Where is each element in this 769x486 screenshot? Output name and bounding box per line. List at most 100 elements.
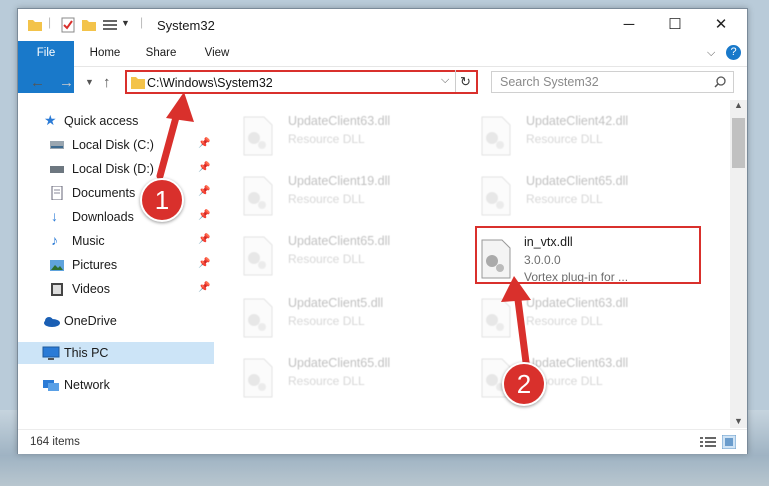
- drive-icon: [50, 166, 64, 173]
- recent-locations-icon[interactable]: ▼: [85, 77, 94, 87]
- step-badge-2: 2: [502, 362, 546, 406]
- file-description: Resource DLL: [288, 132, 365, 146]
- file-name: UpdateClient63.dll: [526, 356, 629, 370]
- network-icon: [43, 380, 59, 391]
- tab-view[interactable]: View: [194, 41, 240, 66]
- pin-icon[interactable]: 📌: [198, 138, 210, 149]
- file-description: Resource DLL: [288, 314, 365, 328]
- download-icon: ↓: [51, 208, 58, 224]
- file-description: Resource DLL: [526, 132, 603, 146]
- file-name: UpdateClient65.dll: [288, 356, 391, 370]
- pin-icon[interactable]: 📌: [198, 162, 210, 173]
- large-icons-view-icon[interactable]: [722, 435, 736, 449]
- minimize-button[interactable]: ─: [606, 9, 652, 41]
- file-description: Resource DLL: [288, 374, 365, 388]
- nav-item-pictures[interactable]: Pictures 📌: [18, 254, 214, 276]
- nav-item-downloads[interactable]: ↓ Downloads 📌: [18, 206, 214, 228]
- details-view-icon[interactable]: [700, 436, 716, 448]
- dll-file-icon: [243, 176, 273, 216]
- pin-icon[interactable]: 📌: [198, 282, 210, 293]
- file-item[interactable]: UpdateClient5.dll Resource DLL: [242, 292, 452, 344]
- nav-item-network[interactable]: Network: [18, 374, 214, 396]
- nav-item-onedrive[interactable]: OneDrive: [18, 310, 214, 332]
- nav-item-documents[interactable]: Documents 📌: [18, 182, 214, 204]
- dll-file-icon: [243, 116, 273, 156]
- file-item[interactable]: UpdateClient42.dll Resource DLL: [480, 110, 690, 162]
- file-item[interactable]: UpdateClient65.dll Resource DLL: [480, 170, 690, 222]
- nav-label: Music: [72, 234, 105, 248]
- close-button[interactable]: ✕: [698, 9, 744, 41]
- maximize-button[interactable]: ☐: [652, 9, 698, 41]
- back-arrow-icon[interactable]: ←: [30, 74, 45, 91]
- nav-label: Videos: [72, 282, 110, 296]
- file-name: UpdateClient5.dll: [288, 296, 384, 310]
- tab-home[interactable]: Home: [80, 41, 130, 66]
- file-name: UpdateClient65.dll: [288, 234, 391, 248]
- window-title: System32: [157, 18, 215, 33]
- step-badge-1: 1: [140, 178, 184, 222]
- nav-label: Downloads: [72, 210, 134, 224]
- file-description: Resource DLL: [526, 314, 603, 328]
- file-description: Resource DLL: [288, 252, 365, 266]
- nav-label: Documents: [72, 186, 136, 200]
- separator: |: [140, 15, 144, 29]
- nav-item-music[interactable]: ♪ Music 📌: [18, 230, 214, 252]
- ribbon-tabs: File Home Share View ⌵ ?: [18, 41, 747, 93]
- vertical-scrollbar[interactable]: ▲ ▼: [730, 100, 747, 428]
- drive-icon: [50, 141, 64, 149]
- address-path: C:\Windows\System32: [147, 76, 273, 90]
- file-item[interactable]: UpdateClient19.dll Resource DLL: [242, 170, 452, 222]
- nav-item-videos[interactable]: Videos 📌: [18, 278, 214, 300]
- dll-file-icon: [481, 298, 511, 338]
- folder-icon: [131, 77, 145, 89]
- document-icon: [51, 186, 63, 200]
- scrollbar-thumb[interactable]: [732, 118, 745, 168]
- video-icon: [51, 283, 63, 296]
- pin-icon[interactable]: 📌: [198, 186, 210, 197]
- help-icon[interactable]: ?: [726, 45, 741, 60]
- tab-share[interactable]: Share: [136, 41, 186, 66]
- title-bar: | ▼ | System32 ─ ☐ ✕: [18, 9, 747, 41]
- nav-label: Local Disk (D:): [72, 162, 154, 176]
- up-arrow-icon[interactable]: ↑: [103, 74, 111, 91]
- new-folder-icon[interactable]: [81, 17, 97, 33]
- refresh-icon[interactable]: ↻: [460, 74, 471, 90]
- search-placeholder: Search System32: [500, 75, 599, 89]
- nav-label: OneDrive: [64, 314, 117, 328]
- dll-file-icon: [481, 176, 511, 216]
- nav-item-local-disk-d[interactable]: Local Disk (D:) 📌: [18, 158, 214, 180]
- file-item[interactable]: UpdateClient65.dll Resource DLL: [242, 230, 452, 282]
- file-name: UpdateClient42.dll: [526, 114, 629, 128]
- file-highlight-box: [475, 226, 701, 284]
- nav-item-local-disk-c[interactable]: Local Disk (C:) 📌: [18, 134, 214, 156]
- file-item[interactable]: UpdateClient63.dll Resource DLL: [480, 292, 690, 344]
- address-bar[interactable]: C:\Windows\System32 ⌵ ↻: [125, 70, 478, 94]
- address-dropdown-icon[interactable]: ⌵: [441, 74, 449, 87]
- file-name: UpdateClient63.dll: [288, 114, 391, 128]
- nav-label: Network: [64, 378, 110, 392]
- dll-file-icon: [243, 236, 273, 276]
- item-count: 164 items: [30, 436, 80, 448]
- customize-toolbar-icon[interactable]: [102, 17, 118, 33]
- scroll-up-icon[interactable]: ▲: [734, 100, 743, 110]
- forward-arrow-icon[interactable]: →: [59, 74, 74, 91]
- pin-icon[interactable]: 📌: [198, 258, 210, 269]
- file-item[interactable]: UpdateClient63.dll Resource DLL: [242, 110, 452, 162]
- file-item[interactable]: UpdateClient65.dll Resource DLL: [242, 352, 452, 404]
- music-icon: ♪: [51, 232, 58, 248]
- folder-icon: [28, 20, 42, 31]
- dll-file-icon: [243, 298, 273, 338]
- properties-icon[interactable]: [60, 17, 76, 33]
- search-icon[interactable]: [714, 76, 726, 88]
- pin-icon[interactable]: 📌: [198, 234, 210, 245]
- search-box[interactable]: Search System32: [491, 71, 734, 93]
- scroll-down-icon[interactable]: ▼: [734, 416, 743, 426]
- dropdown-arrow-icon[interactable]: ▼: [121, 18, 130, 34]
- navigation-pane: ★ Quick access Local Disk (C:) 📌 Local D…: [18, 100, 214, 428]
- nav-item-this-pc[interactable]: This PC: [18, 342, 214, 364]
- cloud-icon: [44, 317, 60, 327]
- chevron-down-icon[interactable]: ⌵: [707, 47, 715, 60]
- pin-icon[interactable]: 📌: [198, 210, 210, 221]
- dll-file-icon: [481, 116, 511, 156]
- nav-item-quick-access[interactable]: ★ Quick access: [18, 110, 214, 132]
